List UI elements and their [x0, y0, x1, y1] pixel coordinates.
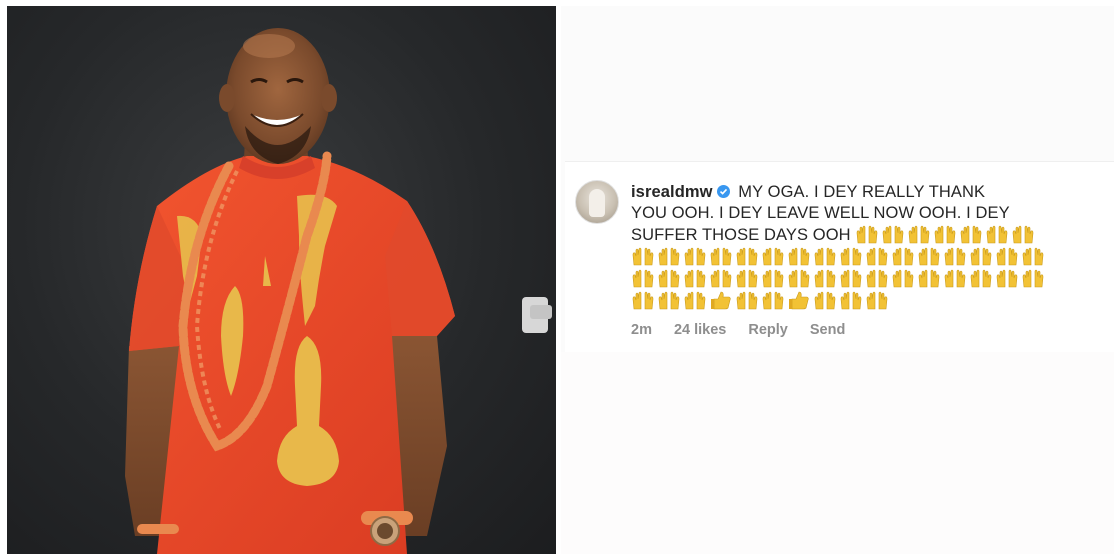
raising-hands-emoji	[1011, 224, 1035, 244]
reply-button[interactable]: Reply	[748, 322, 788, 338]
raising-hands-emoji	[761, 268, 785, 288]
raising-hands-emoji	[865, 246, 889, 266]
comment-body: isrealdmw MY OGA. I DEY REALLY THANK YOU…	[631, 182, 1101, 312]
raising-hands-emoji	[761, 246, 785, 266]
raising-hands-emoji	[943, 268, 967, 288]
raising-hands-emoji	[855, 224, 879, 244]
instagram-comment-screenshot: isrealdmw MY OGA. I DEY REALLY THANK YOU…	[561, 6, 1114, 554]
comment-username[interactable]: isrealdmw	[631, 183, 713, 201]
raising-hands-emoji	[839, 268, 863, 288]
raising-hands-emoji	[787, 246, 811, 266]
raising-hands-emoji	[787, 268, 811, 288]
raising-hands-emoji	[683, 290, 707, 310]
emoji-group-2	[631, 246, 1047, 266]
raising-hands-emoji	[657, 246, 681, 266]
raising-hands-emoji	[813, 290, 837, 310]
comment-card: isrealdmw MY OGA. I DEY REALLY THANK YOU…	[565, 161, 1114, 353]
raising-hands-emoji	[969, 246, 993, 266]
raising-hands-emoji	[657, 290, 681, 310]
emoji-group-4	[631, 290, 891, 310]
raising-hands-emoji	[735, 268, 759, 288]
raising-hands-emoji	[985, 224, 1009, 244]
raising-hands-emoji	[969, 268, 993, 288]
raising-hands-emoji	[917, 246, 941, 266]
partial-icon	[522, 297, 552, 333]
raising-hands-emoji	[735, 246, 759, 266]
raising-hands-emoji	[907, 224, 931, 244]
emoji-group-1	[855, 224, 1037, 244]
commenter-avatar[interactable]	[575, 180, 619, 224]
raising-hands-emoji	[709, 246, 733, 266]
raising-hands-emoji	[865, 290, 889, 310]
comment-timestamp: 2m	[631, 322, 652, 338]
send-button[interactable]: Send	[810, 322, 845, 338]
comment-text-line-2: YOU OOH. I DEY LEAVE WELL NOW OOH. I DEY	[631, 204, 1010, 222]
raising-hands-emoji	[1021, 246, 1045, 266]
raising-hands-emoji	[891, 268, 915, 288]
raising-hands-emoji	[631, 268, 655, 288]
raising-hands-emoji	[735, 290, 759, 310]
verified-badge-icon	[716, 185, 730, 198]
raising-hands-emoji	[631, 246, 655, 266]
thumbs-up-emoji	[709, 290, 733, 310]
raising-hands-emoji	[657, 268, 681, 288]
avatar-figure	[589, 189, 605, 217]
raising-hands-emoji	[917, 268, 941, 288]
raising-hands-emoji	[865, 268, 889, 288]
raising-hands-emoji	[839, 290, 863, 310]
raising-hands-emoji	[709, 268, 733, 288]
thumbs-up-emoji	[787, 290, 811, 310]
raising-hands-emoji	[933, 224, 957, 244]
raising-hands-emoji	[891, 246, 915, 266]
portrait-photo	[7, 6, 556, 554]
comment-likes-link[interactable]: 24 likes	[674, 322, 726, 338]
raising-hands-emoji	[1021, 268, 1045, 288]
raising-hands-emoji	[683, 268, 707, 288]
emoji-group-3	[631, 268, 1047, 288]
raising-hands-emoji	[813, 268, 837, 288]
collage: isrealdmw MY OGA. I DEY REALLY THANK YOU…	[0, 0, 1120, 560]
raising-hands-emoji	[995, 268, 1019, 288]
raising-hands-emoji	[683, 246, 707, 266]
raising-hands-emoji	[881, 224, 905, 244]
raising-hands-emoji	[761, 290, 785, 310]
raising-hands-emoji	[943, 246, 967, 266]
raising-hands-emoji	[839, 246, 863, 266]
raising-hands-emoji	[959, 224, 983, 244]
blank-area	[561, 352, 1114, 554]
comment-meta-row: 2m 24 likes Reply Send	[631, 322, 845, 338]
raising-hands-emoji	[995, 246, 1019, 266]
comment-text-line-3: SUFFER THOSE DAYS OOH	[631, 226, 851, 244]
raising-hands-emoji	[631, 290, 655, 310]
comment-text-line-1: MY OGA. I DEY REALLY THANK	[738, 183, 986, 201]
man-in-red-outfit-illustration	[125, 28, 455, 554]
raising-hands-emoji	[813, 246, 837, 266]
